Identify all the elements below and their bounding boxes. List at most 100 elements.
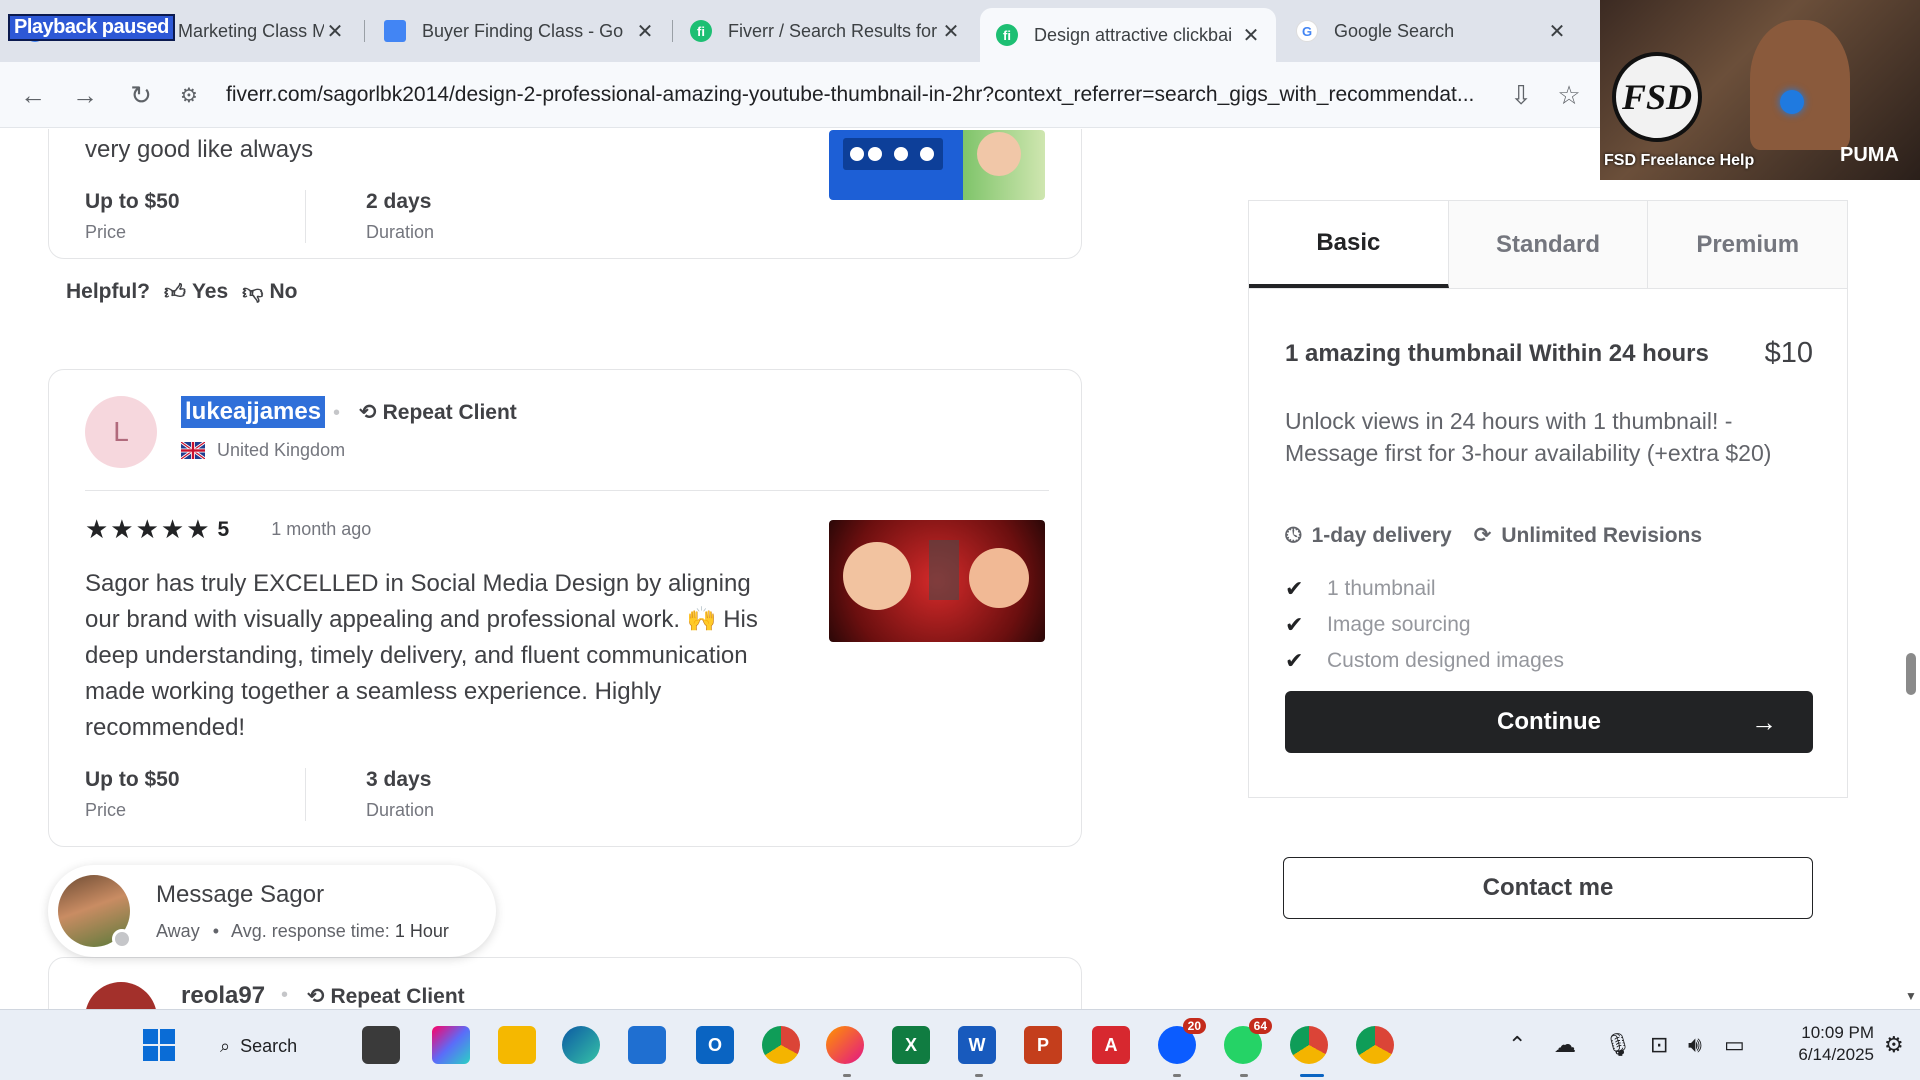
url-text[interactable]: fiverr.com/sagorlbk2014/design-2-profess…: [226, 83, 1474, 107]
close-tab-icon[interactable]: ✕: [1240, 23, 1262, 48]
excel-icon[interactable]: X: [892, 1026, 930, 1064]
forward-icon[interactable]: →: [66, 76, 104, 114]
tab-title: Buyer Finding Class - Go: [422, 20, 624, 41]
check-icon: ✔: [1285, 576, 1304, 601]
tab-premium[interactable]: Premium: [1648, 201, 1847, 288]
taskbar-search[interactable]: ⌕ Search: [220, 1026, 297, 1066]
battery-icon[interactable]: ▭: [1724, 1032, 1745, 1058]
scrollbar-thumb[interactable]: [1906, 653, 1916, 695]
edge-icon[interactable]: [562, 1026, 600, 1064]
thumbs-down-icon: 👎︎: [242, 281, 264, 304]
package-description: Unlock views in 24 hours with 1 thumbnai…: [1285, 408, 1772, 466]
volume-icon[interactable]: 🔊︎: [1688, 1032, 1702, 1058]
gig-page: very good like always Up to $50 Price 2 …: [0, 129, 1920, 1009]
tab-basic[interactable]: Basic: [1249, 201, 1449, 288]
feature-item: ✔ Custom designed images: [1285, 648, 1564, 673]
refresh-icon: ⟳: [1473, 524, 1492, 547]
store-icon[interactable]: [628, 1026, 666, 1064]
reviewer-username[interactable]: lukeajjames: [181, 396, 326, 428]
show-hidden-icons-icon[interactable]: ⌃: [1508, 1032, 1526, 1058]
thumbnail-art-icon: [843, 540, 1029, 610]
reviewer-avatar: L: [85, 396, 157, 468]
whatsapp-icon[interactable]: 64: [1224, 1018, 1272, 1064]
powerpoint-icon[interactable]: P: [1024, 1026, 1062, 1064]
search-icon: ⌕: [220, 1035, 231, 1056]
helpful-row: Helpful? 👍︎ Yes 👎︎ No: [66, 279, 298, 305]
helpful-yes-button[interactable]: 👍︎ Yes: [164, 279, 228, 305]
package-delivery-info: 🕓︎ 1-day delivery ⟳ Unlimited Revisions: [1285, 523, 1703, 548]
fiverr-favicon-icon: fi: [690, 20, 712, 42]
star-icon: ★★★★★: [85, 514, 212, 544]
copilot-icon[interactable]: [432, 1026, 470, 1064]
running-indicator: [1240, 1074, 1248, 1077]
running-indicator: [1173, 1074, 1181, 1077]
fsd-logo: FSD: [1612, 52, 1702, 142]
helpful-no-button[interactable]: 👎︎ No: [242, 279, 297, 305]
tab-title: Fiverr / Search Results for: [728, 20, 938, 41]
outlook-icon[interactable]: O: [696, 1026, 734, 1064]
check-icon: ✔: [1285, 648, 1304, 673]
tab-separator: [672, 20, 673, 42]
notifications-icon[interactable]: ⚙: [1884, 1032, 1904, 1058]
scroll-down-arrow-icon[interactable]: ▼: [1905, 989, 1917, 1003]
bookmark-star-icon[interactable]: ☆: [1550, 76, 1588, 114]
review-time: 1 month ago: [271, 519, 372, 539]
message-seller-bubble[interactable]: Message Sagor Away • Avg. response time:…: [48, 865, 496, 957]
site-settings-icon[interactable]: ⚙: [180, 83, 210, 108]
package-features: ✔ 1 thumbnail ✔ Image sourcing ✔ Custom des…: [1285, 571, 1564, 679]
repeat-icon: ⟲: [359, 401, 377, 424]
reviewer-country: United Kingdom: [181, 440, 345, 461]
windows-start-icon[interactable]: [140, 1026, 178, 1064]
reviewer-username[interactable]: reola97: [181, 982, 265, 1009]
install-app-icon[interactable]: ⇩: [1502, 76, 1540, 114]
clock[interactable]: 10:09 PM 6/14/2025: [1774, 1022, 1874, 1066]
close-tab-icon[interactable]: ✕: [940, 19, 962, 44]
repeat-client-badge: ⟲ Repeat Client: [307, 985, 465, 1008]
arrow-right-icon: →: [1751, 706, 1777, 737]
close-tab-icon[interactable]: ✕: [1546, 19, 1568, 44]
zoom-icon[interactable]: 20: [1158, 1018, 1206, 1064]
feature-item: ✔ Image sourcing: [1285, 612, 1471, 637]
uk-flag-icon: [181, 442, 205, 459]
task-view-icon[interactable]: [362, 1026, 400, 1064]
tab-title: Design attractive clickbai: [1034, 24, 1233, 45]
close-tab-icon[interactable]: ✕: [324, 19, 346, 44]
review-card: very good like always Up to $50 Price 2 …: [48, 129, 1082, 259]
review-thumbnail-image[interactable]: [829, 130, 1045, 200]
tab-standard[interactable]: Standard: [1449, 201, 1649, 288]
word-icon[interactable]: W: [958, 1026, 996, 1064]
contact-me-button[interactable]: Contact me: [1283, 857, 1813, 919]
tab-design-attractive-clickbait[interactable]: fi Design attractive clickbai ✕: [980, 8, 1276, 62]
close-tab-icon[interactable]: ✕: [634, 19, 656, 44]
price-value: Up to $50: [85, 190, 180, 213]
tab-google-search[interactable]: G Google Search ✕: [1280, 8, 1582, 54]
reload-icon[interactable]: ↻: [122, 76, 160, 114]
onedrive-icon[interactable]: ☁: [1554, 1032, 1576, 1058]
review-thumbnail-image[interactable]: [829, 520, 1045, 642]
file-explorer-icon[interactable]: [498, 1026, 536, 1064]
review-text: very good like always: [85, 136, 314, 163]
repeat-icon: ⟲: [307, 985, 325, 1008]
acrobat-icon[interactable]: A: [1092, 1026, 1130, 1064]
fiverr-favicon-icon: fi: [996, 24, 1018, 46]
chrome-icon[interactable]: [762, 1026, 800, 1064]
chrome-profile-icon[interactable]: [1356, 1026, 1394, 1064]
divider: [85, 490, 1049, 491]
clock-icon: 🕓︎: [1285, 523, 1302, 547]
tab-title: Google Search: [1334, 20, 1455, 41]
review-card: L lukeajjames • ⟲ Repeat Client United K…: [48, 369, 1082, 847]
tab-buyer-finding-class[interactable]: Buyer Finding Class - Go ✕: [368, 8, 670, 54]
tab-fiverr-search-results[interactable]: fi Fiverr / Search Results for ✕: [674, 8, 976, 54]
duration-value: 3 days: [366, 768, 432, 791]
chrome-profile-icon[interactable]: [1290, 1026, 1328, 1064]
firefox-icon[interactable]: [826, 1026, 864, 1064]
page-scrollbar[interactable]: ▼: [1902, 129, 1920, 1009]
network-icon[interactable]: ⊡: [1650, 1032, 1668, 1058]
repeat-client-badge: ⟲ Repeat Client: [359, 400, 517, 425]
address-bar[interactable]: ⚙ fiverr.com/sagorlbk2014/design-2-profe…: [180, 72, 1490, 118]
continue-button[interactable]: Continue →: [1285, 691, 1813, 753]
package-tabs: Basic Standard Premium: [1249, 201, 1847, 289]
price-label: Price: [85, 800, 127, 820]
back-icon[interactable]: ←: [14, 76, 52, 114]
microphone-tray-icon[interactable]: 🎙︎: [1604, 1032, 1632, 1058]
